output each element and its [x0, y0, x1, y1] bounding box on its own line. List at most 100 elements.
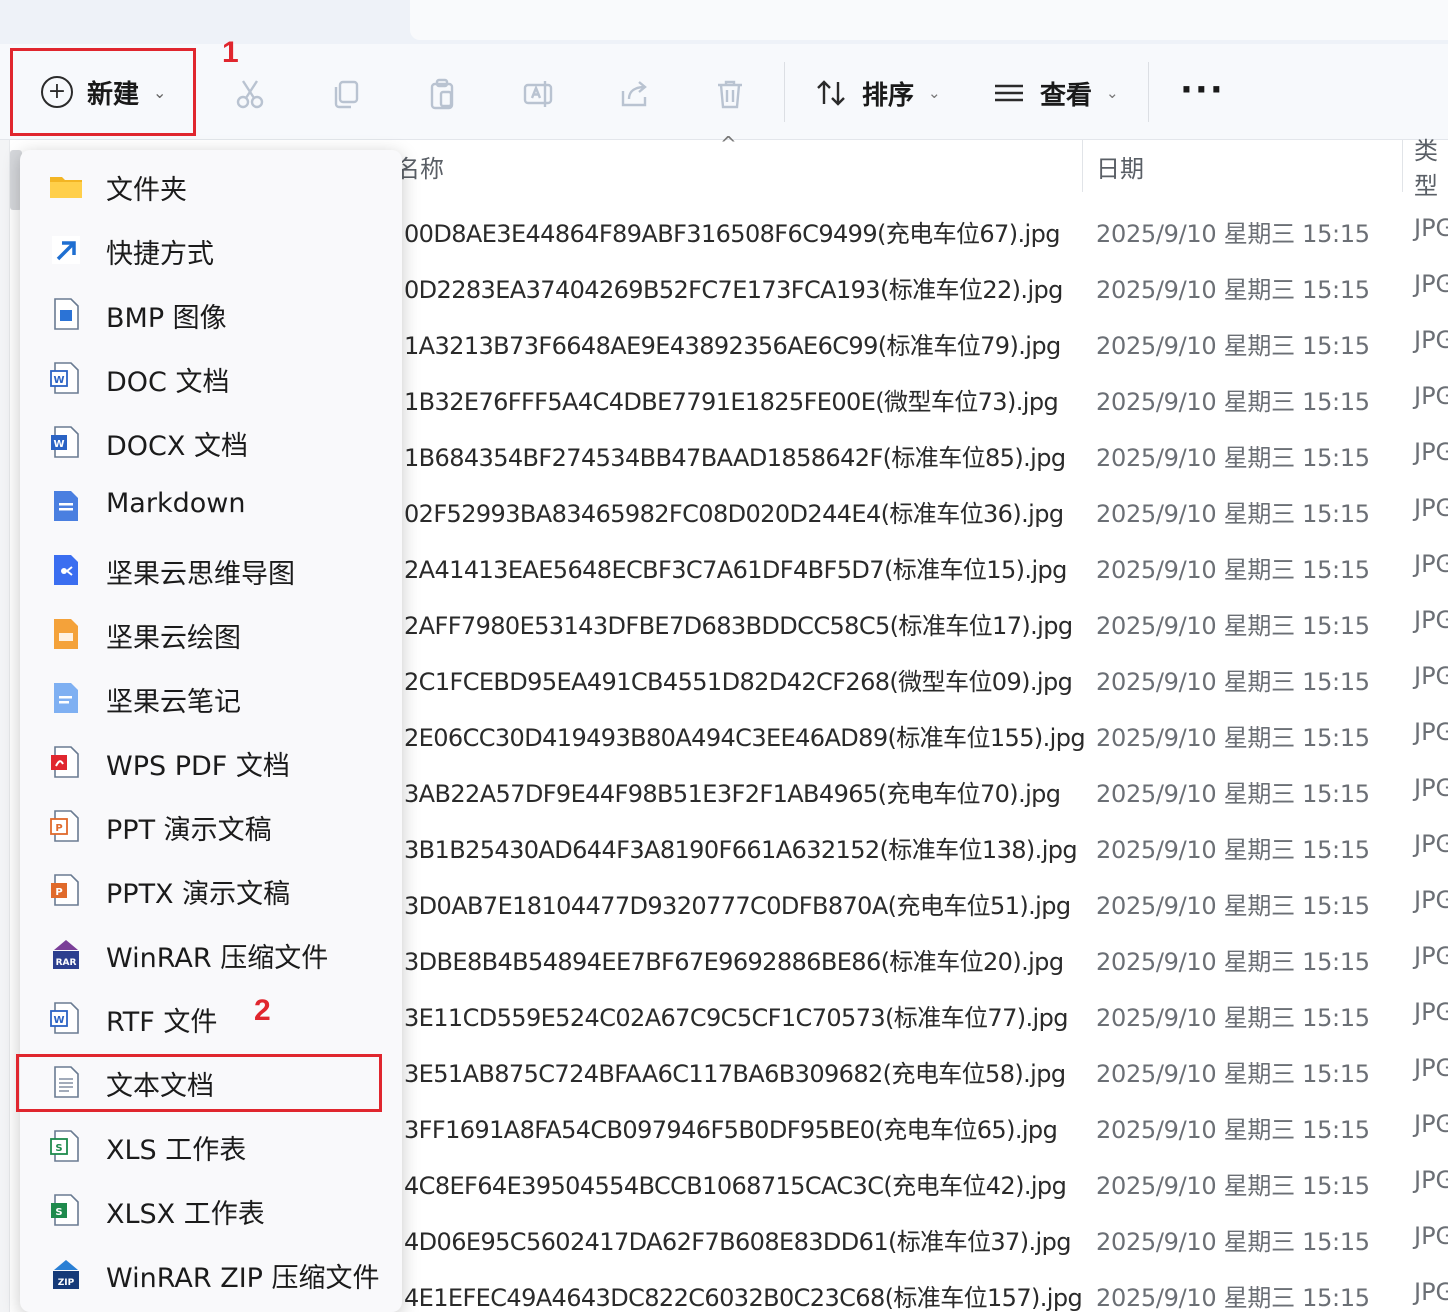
menu-item-rtf[interactable]: W RTF 文件 2 [20, 986, 402, 1050]
file-name: 2AFF7980E53143DFBE7D683BDDCC58C5(标准车位17)… [404, 612, 1073, 640]
menu-item-docx[interactable]: W DOCX 文档 [20, 410, 402, 474]
menu-item-ppt[interactable]: P PPT 演示文稿 [20, 794, 402, 858]
file-type: JPG [1414, 606, 1448, 634]
menu-item-xls[interactable]: S XLS 工作表 [20, 1114, 402, 1178]
file-date: 2025/9/10 星期三 15:15 [1096, 276, 1370, 304]
file-name: 4E1EFEC49A4643DC822C6032B0C23C68(标准车位157… [404, 1284, 1083, 1312]
file-type: JPG [1414, 1166, 1448, 1194]
file-type: JPG [1414, 942, 1448, 970]
file-name: 2A41413EAE5648ECBF3C7A61DF4BF5D7(标准车位15)… [404, 556, 1067, 584]
address-bar[interactable] [410, 0, 1448, 40]
svg-text:RAR: RAR [56, 958, 77, 968]
menu-item-label: RTF 文件 [106, 1007, 218, 1038]
sort-icon [817, 80, 845, 106]
rtf-icon: W [48, 1000, 84, 1036]
file-date: 2025/9/10 星期三 15:15 [1096, 612, 1370, 640]
file-date: 2025/9/10 星期三 15:15 [1096, 1004, 1370, 1032]
paste-icon[interactable] [424, 76, 460, 112]
menu-item-label: BMP 图像 [106, 303, 227, 334]
file-date: 2025/9/10 星期三 15:15 [1096, 220, 1370, 248]
winrar-zip-icon: ZIP [48, 1256, 84, 1292]
delete-icon[interactable] [712, 76, 748, 112]
menu-item-mindmap[interactable]: 坚果云思维导图 [20, 538, 402, 602]
column-header-date[interactable]: 日期 [1096, 138, 1144, 194]
file-name: 2C1FCEBD95EA491CB4551D82D42CF268(微型车位09)… [404, 668, 1073, 696]
menu-item-note[interactable]: 坚果云笔记 [20, 666, 402, 730]
menu-item-doc[interactable]: W DOC 文档 [20, 346, 402, 410]
view-list-icon [995, 84, 1023, 102]
menu-item-bmp[interactable]: BMP 图像 [20, 282, 402, 346]
menu-item-xlsx[interactable]: S XLSX 工作表 [20, 1178, 402, 1242]
menu-item-label: XLSX 工作表 [106, 1199, 265, 1230]
menu-item-label: Markdown [106, 488, 246, 519]
view-button[interactable]: 查看 ⌄ [992, 72, 1119, 114]
view-label: 查看 [1040, 80, 1093, 111]
menu-item-markdown[interactable]: Markdown [20, 474, 402, 538]
chevron-down-icon: ⌄ [1106, 84, 1119, 102]
column-divider[interactable] [1402, 140, 1403, 192]
menu-item-label: 坚果云思维导图 [106, 559, 295, 590]
file-date: 2025/9/10 星期三 15:15 [1096, 724, 1370, 752]
menu-item-drawing[interactable]: 坚果云绘图 [20, 602, 402, 666]
new-button[interactable]: + 新建 ⌄ [10, 48, 196, 136]
file-name: 1B684354BF274534BB47BAAD1858642F(标准车位85)… [404, 444, 1066, 472]
svg-text:S: S [55, 1207, 62, 1218]
pdf-icon [48, 744, 84, 780]
shortcut-icon [48, 232, 84, 268]
annotation-marker-2: 2 [254, 994, 271, 1027]
menu-item-label: WinRAR 压缩文件 [106, 943, 329, 974]
menu-item-label: XLS 工作表 [106, 1135, 247, 1166]
file-name: 3E51AB875C724BFAA6C117BA6B309682(充电车位58)… [404, 1060, 1066, 1088]
svg-text:P: P [55, 823, 62, 834]
file-name: 1B32E76FFF5A4C4DBE7791E1825FE00E(微型车位73)… [404, 388, 1059, 416]
annotation-marker-1: 1 [222, 36, 239, 69]
file-date: 2025/9/10 星期三 15:15 [1096, 388, 1370, 416]
file-type: JPG [1414, 382, 1448, 410]
file-name: 3DBE8B4B54894EE7BF67E9692886BE86(标准车位20)… [404, 948, 1064, 976]
text-document-icon [48, 1064, 84, 1100]
menu-item-wps-pdf[interactable]: WPS PDF 文档 [20, 730, 402, 794]
rename-icon[interactable] [520, 76, 556, 112]
menu-item-label: 文件夹 [106, 175, 187, 206]
menu-item-pptx[interactable]: P PPTX 演示文稿 [20, 858, 402, 922]
svg-text:S: S [55, 1143, 62, 1154]
column-header-name[interactable]: 名称 [396, 138, 444, 194]
more-options-button[interactable]: ··· [1180, 72, 1225, 108]
menu-item-label: PPT 演示文稿 [106, 815, 272, 846]
column-divider[interactable] [1082, 140, 1083, 192]
file-date: 2025/9/10 星期三 15:15 [1096, 1172, 1370, 1200]
column-header-type[interactable]: 类型 [1414, 137, 1448, 200]
menu-item-winrar-zip[interactable]: ZIP WinRAR ZIP 压缩文件 [20, 1242, 402, 1306]
file-name: 1A3213B73F6648AE9E43892356AE6C99(标准车位79)… [404, 332, 1061, 360]
file-date: 2025/9/10 星期三 15:15 [1096, 780, 1370, 808]
file-type: JPG [1414, 494, 1448, 522]
drawing-icon [48, 616, 84, 652]
share-icon[interactable] [616, 76, 652, 112]
svg-text:W: W [53, 1015, 64, 1026]
file-date: 2025/9/10 星期三 15:15 [1096, 1060, 1370, 1088]
file-type: JPG [1414, 886, 1448, 914]
sort-button[interactable]: 排序 ⌄ [814, 72, 941, 114]
svg-text:W: W [53, 375, 64, 386]
menu-item-winrar[interactable]: RAR WinRAR 压缩文件 [20, 922, 402, 986]
file-name: 2E06CC30D419493B80A494C3EE46AD89(标准车位155… [404, 724, 1086, 752]
bmp-image-icon [48, 296, 84, 332]
file-type: JPG [1414, 662, 1448, 690]
menu-item-shortcut[interactable]: 快捷方式 [20, 218, 402, 282]
menu-item-folder[interactable]: 文件夹 [20, 154, 402, 218]
xls-icon: S [48, 1128, 84, 1164]
chevron-down-icon: ⌄ [928, 84, 941, 102]
file-name: 00D8AE3E44864F89ABF316508F6C9499(充电车位67)… [404, 220, 1060, 248]
menu-item-label: WinRAR ZIP 压缩文件 [106, 1263, 380, 1294]
new-button-label: 新建 [87, 79, 140, 110]
copy-icon[interactable] [328, 76, 364, 112]
file-name: 3D0AB7E18104477D9320777C0DFB870A(充电车位51)… [404, 892, 1071, 920]
file-name: 02F52993BA83465982FC08D020D244E4(标准车位36)… [404, 500, 1064, 528]
file-type: JPG [1414, 1222, 1448, 1250]
file-type: JPG [1414, 1278, 1448, 1306]
menu-item-text-document[interactable]: 文本文档 [16, 1050, 402, 1114]
title-bar [0, 0, 1448, 44]
navigation-pane-edge [0, 140, 10, 1312]
menu-item-label: 文本文档 [106, 1071, 214, 1102]
cut-icon[interactable] [232, 76, 268, 112]
